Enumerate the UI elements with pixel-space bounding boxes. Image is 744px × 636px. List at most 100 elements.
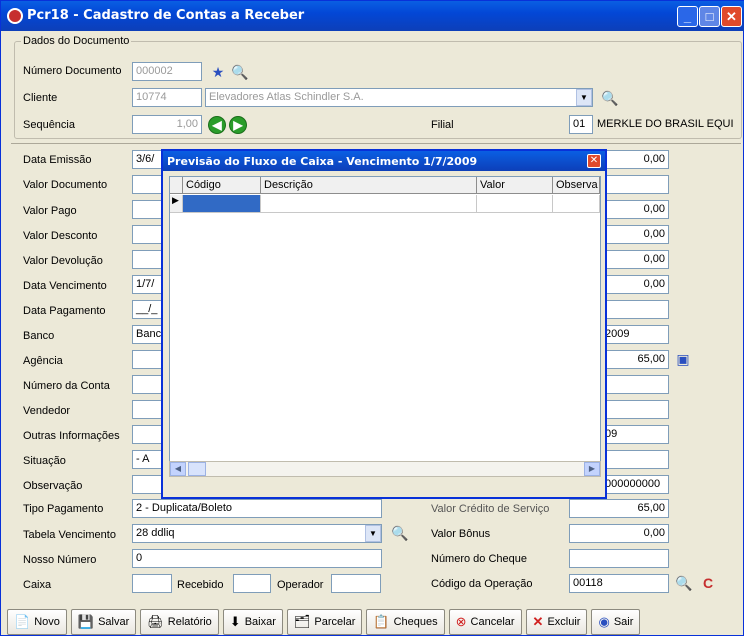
caixa-field[interactable] xyxy=(132,574,172,593)
operador-field[interactable] xyxy=(331,574,381,593)
value-field[interactable] xyxy=(601,450,669,469)
column-header-valor[interactable]: Valor xyxy=(477,177,553,194)
novo-button[interactable]: 📄 Novo xyxy=(7,609,67,635)
date-field[interactable]: 09 xyxy=(601,425,669,444)
valor-desconto-field[interactable] xyxy=(132,225,164,244)
salvar-button[interactable]: 💾 Salvar xyxy=(70,609,137,635)
agencia-label: Agência xyxy=(23,355,63,367)
chevron-down-icon[interactable]: ▼ xyxy=(365,525,381,542)
tabela-vencimento-label: Tabela Vencimento xyxy=(23,529,116,541)
fluxo-caixa-dialog: Previsão do Fluxo de Caixa - Vencimento … xyxy=(161,149,607,499)
baixar-button[interactable]: ⬇ Baixar xyxy=(222,609,283,635)
table-cell[interactable] xyxy=(261,195,477,213)
minimize-button[interactable]: _ xyxy=(677,6,698,27)
refresh-icon[interactable]: C xyxy=(697,572,719,594)
value-field[interactable] xyxy=(601,400,669,419)
filial-name: MERKLE DO BRASIL EQUI xyxy=(597,118,734,130)
valor-bonus-field[interactable]: 0,00 xyxy=(569,524,669,543)
scroll-thumb[interactable] xyxy=(188,462,206,476)
maximize-button[interactable]: □ xyxy=(699,6,720,27)
magnifier-icon[interactable]: 🔍 xyxy=(673,572,695,594)
tabela-vencimento-field[interactable]: 28 ddliq xyxy=(132,524,382,543)
value-field[interactable] xyxy=(601,375,669,394)
cliente-code-field[interactable]: 10774 xyxy=(132,88,202,107)
value-field[interactable] xyxy=(601,300,669,319)
value-field[interactable]: 0,00 xyxy=(601,200,669,219)
star-icon[interactable]: ★ xyxy=(207,61,229,83)
cancelar-button[interactable]: ⊗ Cancelar xyxy=(448,609,522,635)
valor-servico-label: Valor Crédito de Serviço xyxy=(431,503,550,515)
valor-devolucao-field[interactable] xyxy=(132,250,164,269)
relatorio-button[interactable]: 🖨 Relatório xyxy=(140,609,219,635)
numero-conta-field[interactable] xyxy=(132,375,164,394)
cliente-name-field[interactable]: Elevadores Atlas Schindler S.A. xyxy=(205,88,593,107)
download-icon: ⬇ xyxy=(229,614,241,629)
data-pagamento-field[interactable]: __/_ xyxy=(132,300,164,319)
column-header-observacao[interactable]: Observa xyxy=(553,177,600,194)
value-field[interactable]: 0,00 xyxy=(601,250,669,269)
data-vencimento-field[interactable]: 1/7/ xyxy=(132,275,164,294)
recebido-field[interactable] xyxy=(233,574,271,593)
long-field[interactable]: 000000000 xyxy=(601,475,669,494)
calculator-icon[interactable]: ▣ xyxy=(672,348,694,370)
group-title: Dados do Documento xyxy=(21,35,132,47)
filial-code-field[interactable]: 01 xyxy=(569,115,593,134)
parcelar-button[interactable]: 🗂 Parcelar xyxy=(286,609,363,635)
codigo-operacao-field[interactable]: 00118 xyxy=(569,574,669,593)
observacao-field[interactable] xyxy=(132,475,164,494)
previous-arrow-icon[interactable]: ◀ xyxy=(206,114,228,136)
sair-button[interactable]: ◉ Sair xyxy=(591,609,641,635)
banco-field[interactable]: Banc xyxy=(132,325,164,344)
title-bar: Pcr18 - Cadastro de Contas a Receber _ □… xyxy=(1,1,744,31)
delete-icon: ✕ xyxy=(532,614,544,629)
tipo-pagamento-field[interactable]: 2 - Duplicata/Boleto xyxy=(132,499,382,518)
nosso-numero-field[interactable]: 0 xyxy=(132,549,382,568)
date-field[interactable]: 2009 xyxy=(601,325,669,344)
cheques-icon: 📋 xyxy=(373,614,390,629)
close-button[interactable]: ✕ xyxy=(721,6,742,27)
app-icon xyxy=(7,8,23,24)
chevron-down-icon[interactable]: ▼ xyxy=(576,89,592,106)
valor-pago-field[interactable] xyxy=(132,200,164,219)
column-header-codigo[interactable]: Código xyxy=(183,177,261,194)
magnifier-icon[interactable]: 🔍 xyxy=(389,522,411,544)
table-cell[interactable] xyxy=(477,195,553,213)
next-arrow-icon[interactable]: ▶ xyxy=(227,114,249,136)
data-vencimento-label: Data Vencimento xyxy=(23,280,107,292)
table-cell[interactable] xyxy=(553,195,600,213)
outras-informacoes-field[interactable] xyxy=(132,425,164,444)
numero-documento-field[interactable]: 000002 xyxy=(132,62,202,81)
close-icon[interactable]: ✕ xyxy=(587,154,601,168)
scroll-right-icon[interactable]: ▶ xyxy=(584,462,600,476)
value-field[interactable]: 0,00 xyxy=(601,225,669,244)
table-cell[interactable] xyxy=(183,195,261,213)
main-window: Pcr18 - Cadastro de Contas a Receber _ □… xyxy=(0,0,744,636)
value-field[interactable]: 0,00 xyxy=(601,275,669,294)
caixa-label: Caixa xyxy=(23,579,52,591)
excluir-button[interactable]: ✕ Excluir xyxy=(525,609,588,635)
valor-servico-field[interactable]: 65,00 xyxy=(569,499,669,518)
horizontal-scrollbar[interactable]: ◀ ▶ xyxy=(169,461,601,477)
magnifier-icon[interactable]: 🔍 xyxy=(229,61,251,83)
relatorio-label: Relatório xyxy=(167,616,212,628)
situacao-field[interactable]: - A xyxy=(132,450,164,469)
magnifier-icon[interactable]: 🔍 xyxy=(599,87,621,109)
value-field[interactable] xyxy=(601,175,669,194)
numero-cheque-field[interactable] xyxy=(569,549,669,568)
data-emissao-field[interactable]: 3/6/ xyxy=(132,150,164,169)
agencia-field[interactable] xyxy=(132,350,164,369)
cheques-button[interactable]: 📋 Cheques xyxy=(366,609,445,635)
value-field[interactable]: 0,00 xyxy=(601,150,669,169)
amount-field[interactable]: 65,00 xyxy=(601,350,669,369)
numero-documento-label: Número Documento xyxy=(23,65,122,77)
observacao-label: Observação xyxy=(23,480,83,492)
scroll-left-icon[interactable]: ◀ xyxy=(170,462,186,476)
cancelar-label: Cancelar xyxy=(470,616,515,628)
column-header-descricao[interactable]: Descrição xyxy=(261,177,477,194)
valor-documento-field[interactable] xyxy=(132,175,164,194)
valor-desconto-label: Valor Desconto xyxy=(23,230,98,242)
vendedor-field[interactable] xyxy=(132,400,164,419)
fluxo-grid[interactable]: Código Descrição Valor Observa ▶ xyxy=(169,176,601,476)
valor-documento-label: Valor Documento xyxy=(23,179,108,191)
sequencia-field[interactable]: 1,00 xyxy=(132,115,202,134)
